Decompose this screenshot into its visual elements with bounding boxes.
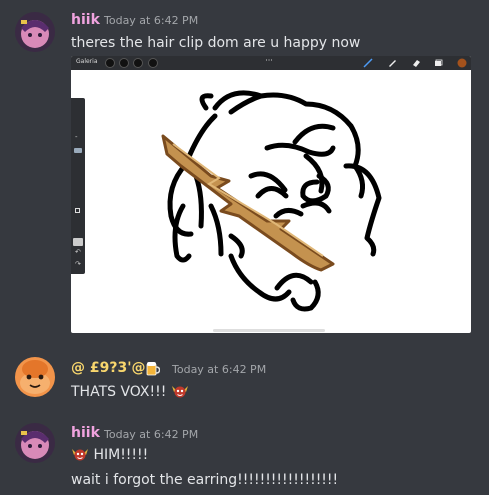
vox-emoji-icon [171,383,189,403]
message-text: theres the hair clip dom are u happy now [71,35,361,51]
avatar[interactable] [15,357,55,397]
username[interactable]: hiik [71,12,100,28]
timestamp: Today at 6:42 PM [172,363,267,376]
username[interactable]: hiik [71,425,100,441]
message-text: wait i forgot the earring!!!!!!!!!!!!!!!… [71,472,339,488]
message-text: THATS VOX!!! [71,383,189,403]
message-text: HIM!!!!! [71,446,148,466]
message-3: hiik Today at 6:42 PM HIM!!!!! wait i fo… [0,420,489,495]
beer-mug-icon [146,360,161,380]
avatar[interactable] [15,12,55,52]
message-2: @ £9?3'@ Today at 6:42 PM THATS VOX!!! [0,355,489,415]
drawing-illustration [161,90,382,312]
message-text-content: HIM!!!!! [93,447,149,463]
image-attachment[interactable]: Galeria ··· - ↶ ↷ [71,56,471,333]
timestamp: Today at 6:42 PM [104,14,199,27]
canvas-scroll-indicator [213,329,325,332]
timestamp: Today at 6:42 PM [104,428,199,441]
avatar[interactable] [15,423,55,463]
vox-emoji-icon [71,446,89,466]
username[interactable]: @ £9?3'@ [71,360,146,376]
message-1: hiik Today at 6:42 PM theres the hair cl… [0,0,489,340]
message-text-content: THATS VOX!!! [71,384,167,400]
